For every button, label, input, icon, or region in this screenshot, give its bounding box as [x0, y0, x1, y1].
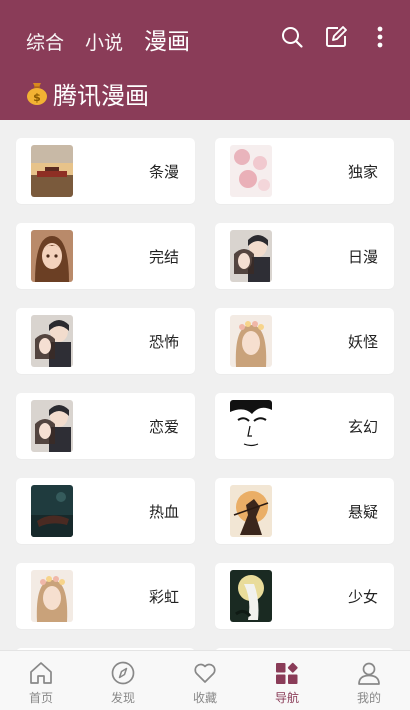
- tab-xiaoshuo[interactable]: 小说: [85, 28, 123, 55]
- cover-thumbnail: [230, 315, 272, 367]
- category-label: 悬疑: [347, 502, 378, 521]
- top-tabs: 综合 小说 漫画: [26, 22, 211, 55]
- category-label: 恋爱: [148, 417, 179, 436]
- category-label: 独家: [347, 162, 378, 181]
- category-card-dujia[interactable]: 独家: [215, 138, 394, 204]
- header-actions: [260, 22, 392, 52]
- cover-thumbnail: [230, 400, 272, 452]
- nav-item-discover[interactable]: 发现: [82, 651, 164, 710]
- category-label: 玄幻: [347, 417, 378, 436]
- search-icon[interactable]: [280, 25, 304, 49]
- cover-thumbnail: [230, 230, 272, 282]
- nav-label: 首页: [28, 691, 53, 705]
- category-label: 恐怖: [148, 332, 179, 351]
- category-grid: 条漫 独家 完结 日漫 恐怖 妖怪 恋爱 玄幻 热血 悬疑 彩虹 少女: [0, 120, 410, 650]
- user-icon: [356, 660, 382, 686]
- category-label: 热血: [148, 502, 179, 521]
- category-card-yaoguai[interactable]: 妖怪: [215, 308, 394, 374]
- cover-thumbnail: [31, 485, 73, 537]
- category-card-wanjie[interactable]: 完结: [16, 223, 195, 289]
- category-label: 完结: [148, 247, 179, 266]
- category-card-rexue[interactable]: 热血: [16, 478, 195, 544]
- cover-thumbnail: [31, 315, 73, 367]
- nav-label: 导航: [274, 691, 299, 705]
- edit-icon[interactable]: [324, 25, 348, 49]
- category-label: 条漫: [148, 162, 179, 181]
- cover-thumbnail: [230, 570, 272, 622]
- cover-thumbnail: [230, 145, 272, 197]
- category-card-xuanyi[interactable]: 悬疑: [215, 478, 394, 544]
- cover-thumbnail: [31, 570, 73, 622]
- nav-label: 发现: [110, 691, 135, 705]
- page-title: $ 腾讯漫画: [24, 76, 149, 110]
- svg-text:$: $: [33, 91, 41, 104]
- nav-label: 我的: [356, 691, 381, 705]
- nav-label: 收藏: [192, 691, 217, 705]
- cover-thumbnail: [31, 145, 73, 197]
- category-card-riman[interactable]: 日漫: [215, 223, 394, 289]
- money-bag-icon: $: [24, 80, 50, 106]
- cover-thumbnail: [31, 400, 73, 452]
- compass-icon: [110, 660, 136, 686]
- category-card-caihong[interactable]: 彩虹: [16, 563, 195, 629]
- category-card-tiaoman[interactable]: 条漫: [16, 138, 195, 204]
- grid-icon: [274, 660, 300, 686]
- cover-thumbnail: [230, 485, 272, 537]
- nav-item-navigation[interactable]: 导航: [246, 651, 328, 710]
- nav-item-home[interactable]: 首页: [0, 651, 82, 710]
- category-card-lianai[interactable]: 恋爱: [16, 393, 195, 459]
- nav-item-profile[interactable]: 我的: [328, 651, 410, 710]
- heart-icon: [192, 660, 218, 686]
- category-label: 少女: [347, 587, 378, 606]
- more-icon[interactable]: [368, 25, 392, 49]
- category-card-shaonv[interactable]: 少女: [215, 563, 394, 629]
- category-label: 彩虹: [148, 587, 179, 606]
- app-header: 综合 小说 漫画 $ 腾讯漫画: [0, 0, 410, 120]
- category-label: 妖怪: [347, 332, 378, 351]
- bottom-nav: 首页 发现 收藏 导航 我的: [0, 650, 410, 710]
- home-icon: [28, 660, 54, 686]
- tab-manhua[interactable]: 漫画: [144, 22, 190, 56]
- tab-zonghe[interactable]: 综合: [26, 28, 64, 55]
- nav-item-favorites[interactable]: 收藏: [164, 651, 246, 710]
- subtitle-text: 腾讯漫画: [53, 81, 149, 110]
- category-label: 日漫: [347, 247, 378, 266]
- cover-thumbnail: [31, 230, 73, 282]
- category-card-kongbu[interactable]: 恐怖: [16, 308, 195, 374]
- category-card-xuanhuan[interactable]: 玄幻: [215, 393, 394, 459]
